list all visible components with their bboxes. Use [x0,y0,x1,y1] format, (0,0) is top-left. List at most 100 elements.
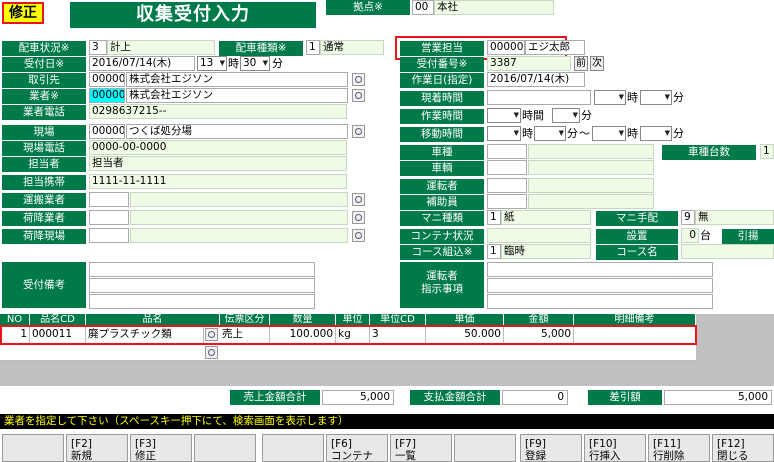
move-end-minute-select[interactable] [640,126,672,141]
driver-notes-label: 運転者 指示事項 [400,262,484,308]
client-label: 取引先 [2,73,86,88]
carrier-label: 運搬業者 [2,193,86,208]
course-code-input[interactable]: 1 [487,244,501,259]
page-title: 収集受付入力 [70,2,316,28]
unload-vendor-search-icon[interactable] [352,211,365,224]
dispatch-type-code-input[interactable]: 1 [306,40,320,55]
work-hours-select[interactable] [487,108,521,123]
move-time-label: 移動時間 [400,127,484,142]
assistant-code-input[interactable] [487,194,527,209]
driver-notes-line-2[interactable] [487,278,713,293]
person-field: 担当者 [89,156,347,171]
driver-notes-line-3[interactable] [487,294,713,309]
base-code-input[interactable]: 00 [412,0,434,15]
fkey-edit-button[interactable]: [F3] 修正 [130,434,192,462]
fkey-insert-row-button[interactable]: [F10] 行挿入 [584,434,646,462]
driver-label: 運転者 [400,179,484,194]
fkey-delete-row-button[interactable]: [F11] 行削除 [648,434,710,462]
site-phone-label: 現場電話 [2,141,86,156]
unload-site-search-icon[interactable] [352,229,365,242]
unload-site-name-field [130,228,348,243]
row-highlight [0,325,697,345]
move-start-hour-select[interactable] [487,126,521,141]
vehicle-label: 車輌 [400,161,484,176]
carrier-name-field [130,192,348,207]
receipt-number-field: 3387 [487,56,571,71]
vehicle-code-input[interactable] [487,160,527,175]
driver-notes-line-1[interactable] [487,262,713,277]
unload-site-code-input[interactable] [89,228,129,243]
arrival-hour-select[interactable] [594,90,626,105]
manifest-arrange-label: マニ手配 [596,211,678,226]
vehicle-type-label: 車種 [400,145,484,160]
move-start-minute-select[interactable] [534,126,566,141]
site-code-input[interactable]: 000001 [89,124,125,139]
minute-select[interactable]: 30 [240,56,270,71]
move-end-hour-select[interactable] [592,126,626,141]
client-search-icon[interactable] [352,73,365,86]
container-status-field [487,228,591,243]
status-code-input[interactable]: 3 [89,40,107,55]
fkey-new-button[interactable]: [F2] 新規 [66,434,128,462]
move-end-minute-unit: 分 [673,127,684,140]
unload-vendor-code-input[interactable] [89,210,129,225]
client-code-input[interactable]: 000000 [89,72,125,87]
work-date-input[interactable]: 2016/07/14(木) [487,72,585,87]
vendor-search-icon[interactable] [352,89,365,102]
hour-select[interactable]: 13 [197,56,227,71]
fkey-f8-button[interactable] [454,434,516,462]
sales-total-label: 売上金額合計 [230,390,320,405]
work-minutes-select[interactable] [552,108,580,123]
fkey-container-button[interactable]: [F6] コンテナ [326,434,388,462]
fkey-list-button[interactable]: [F7] 一覧 [390,434,452,462]
sales-total-value: 5,000 [322,390,394,405]
status-name-field: 計上 [107,40,215,55]
prev-button[interactable]: 前 [574,56,588,71]
hour-unit: 時 [228,57,239,70]
site-search-icon[interactable] [352,125,365,138]
driver-code-input[interactable] [487,178,527,193]
carrier-code-input[interactable] [89,192,129,207]
mobile-label: 担当携帯 [2,175,86,190]
client-name-input[interactable]: 株式会社エジソン [126,72,348,87]
table-row-empty[interactable] [0,345,696,361]
vendor-phone-label: 業者電話 [2,105,86,120]
unload-vendor-label: 荷降業者 [2,211,86,226]
sales-code-input[interactable]: 000001 [487,40,525,55]
date-input[interactable]: 2016/07/14(木) [89,56,195,71]
dispatch-type-label: 配車種類※ [219,41,303,56]
manifest-arrange-code-input[interactable]: 9 [681,210,695,225]
vehicle-name-field [528,160,654,175]
unload-site-label: 荷降現場 [2,229,86,244]
row2-item-search-icon[interactable] [205,346,218,359]
fkey-f1-button[interactable] [2,434,64,462]
move-start-minute-unit: 分 [567,127,578,140]
fkey-f5-button[interactable] [262,434,324,462]
vendor-code-input[interactable]: 000000 [89,88,125,103]
pay-total-label: 支払金額合計 [410,390,500,405]
manifest-arrange-name-field: 無 [695,210,774,225]
receipt-label: 受付番号※ [400,57,484,72]
vehicle-type-code-input[interactable] [487,144,527,159]
move-tilde: ～ [579,127,590,140]
unload-vendor-name-field [130,210,348,225]
move-start-hour-unit: 時 [522,127,533,140]
remarks-line-3[interactable] [89,294,315,309]
status-label: 配車状況※ [2,41,86,56]
fkey-register-button[interactable]: [F9] 登録 [520,434,582,462]
site-label: 現場 [2,125,86,140]
manifest-type-code-input[interactable]: 1 [487,210,501,225]
carrier-search-icon[interactable] [352,193,365,206]
arrival-time-input[interactable] [487,90,591,105]
fkey-f4-button[interactable] [194,434,256,462]
sales-name-input[interactable]: エジ太郎 [525,40,585,55]
vehicle-type-name-field [528,144,654,159]
vendor-name-input[interactable]: 株式会社エジソン [126,88,348,103]
assistant-name-field [528,194,654,209]
remarks-line-1[interactable] [89,262,315,277]
site-name-input[interactable]: つくば処分場 [126,124,348,139]
arrival-minute-select[interactable] [640,90,672,105]
fkey-close-button[interactable]: [F12] 閉じる [712,434,774,462]
remarks-line-2[interactable] [89,278,315,293]
next-button[interactable]: 次 [590,56,604,71]
